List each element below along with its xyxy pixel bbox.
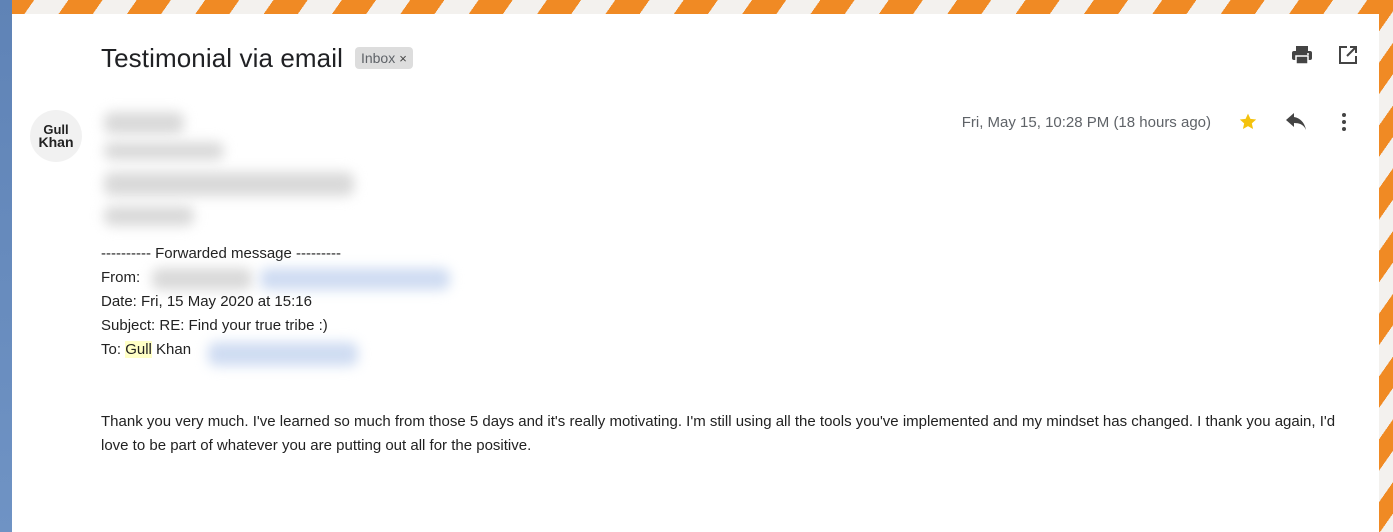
sender-avatar[interactable]: Gull Khan <box>30 110 82 162</box>
thread-actions <box>1291 44 1359 66</box>
wallpaper-edge <box>0 0 12 532</box>
fwd-date-line: Date: Fri, 15 May 2020 at 15:16 <box>101 293 312 310</box>
redacted-to-email <box>208 342 358 366</box>
inbox-label-chip[interactable]: Inbox × <box>354 47 413 69</box>
redacted-sender-line <box>104 142 224 160</box>
label-chip-text: Inbox <box>360 50 396 66</box>
redacted-sender-name <box>104 112 184 134</box>
wallpaper-right-edge <box>1379 0 1393 532</box>
open-in-new-window-icon[interactable] <box>1337 44 1359 66</box>
message-timestamp: Fri, May 15, 10:28 PM (18 hours ago) <box>961 113 1211 131</box>
fwd-from-label: From: <box>101 269 141 286</box>
email-subject: Testimonial via email <box>101 42 343 73</box>
redacted-from-name <box>152 268 252 290</box>
fwd-to-line: To: Gull Khan <box>101 338 191 362</box>
fwd-subject-line: Subject: RE: Find your true tribe :) <box>101 317 328 334</box>
subject-row: Testimonial via email Inbox × <box>101 40 413 76</box>
fwd-from-line: From: <box>101 266 140 290</box>
highlighted-first-name: Gull <box>125 341 152 358</box>
reply-icon[interactable] <box>1285 111 1307 133</box>
redacted-recipient-line <box>104 172 354 196</box>
fwd-to-label: To: <box>101 341 126 358</box>
star-icon[interactable] <box>1237 111 1259 133</box>
avatar-line2: Khan <box>38 134 74 150</box>
fwd-to-lastname: Khan <box>151 341 192 358</box>
redacted-recipient-line2 <box>104 206 194 226</box>
email-view: Testimonial via email Inbox × Gull Khan … <box>12 14 1379 532</box>
message-meta: Fri, May 15, 10:28 PM (18 hours ago) <box>962 110 1355 134</box>
message-body: Thank you very much. I've learned so muc… <box>101 413 1336 454</box>
more-vert-icon[interactable] <box>1333 111 1355 133</box>
redacted-from-email <box>260 268 450 290</box>
forwarded-header: ---------- Forwarded message --------- <box>101 245 341 262</box>
remove-label-button[interactable]: × <box>399 51 407 66</box>
print-icon[interactable] <box>1291 44 1313 66</box>
